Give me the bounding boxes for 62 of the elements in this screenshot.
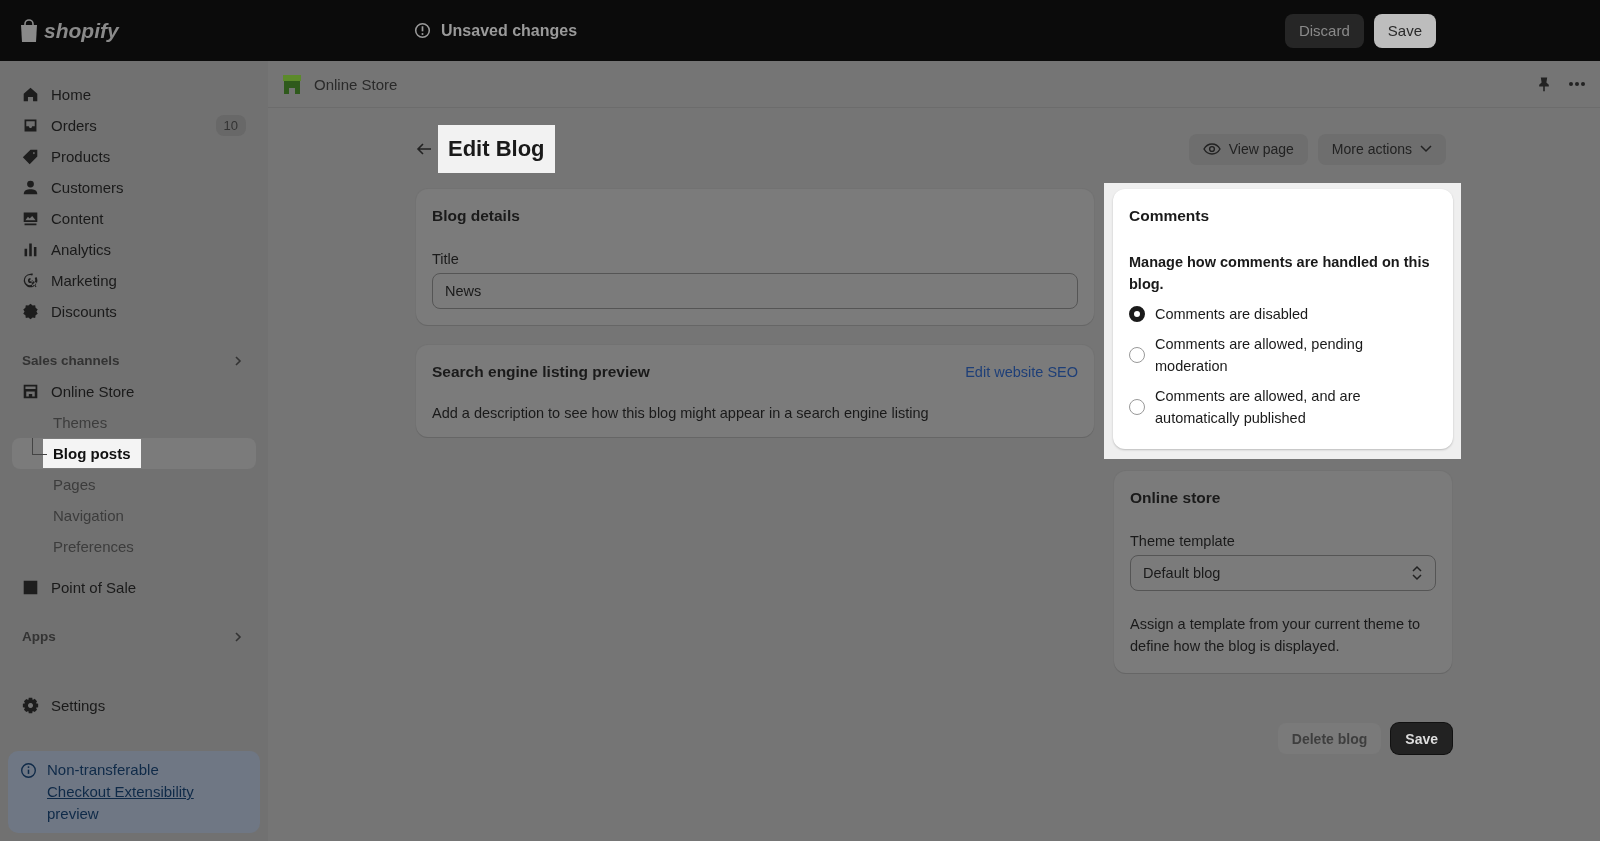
more-icon[interactable] [1568,81,1586,87]
notice-text: preview [47,805,99,822]
notice-text: Non-transferable [47,761,159,778]
card-heading: Blog details [432,207,521,225]
card-heading: Search engine listing preview [432,363,650,381]
shopify-logo: shopify [18,18,398,43]
sidebar-subitem[interactable]: Blog posts [12,438,256,469]
field-label: Title [432,251,460,267]
storefront-icon [22,383,39,400]
sidebar-item[interactable]: Point of Sale [12,572,256,603]
bar-chart-icon [22,241,39,258]
select-arrows-icon [1411,565,1423,581]
sidebar-item[interactable]: Analytics [12,234,256,265]
chevron-right-icon [232,354,244,367]
shopping-bag-icon [18,18,40,43]
sidebar-item[interactable]: Discounts [12,296,256,327]
sidebar-item[interactable]: Customers [12,172,256,203]
eye-icon [1202,143,1221,155]
settings-item[interactable]: Settings [12,690,256,721]
settings-icon [22,697,39,714]
chevron-down-icon [1420,145,1432,153]
storefront-icon [282,73,302,95]
unsaved-status: Unsaved changes [441,21,578,40]
save-button[interactable]: Save [1391,723,1452,754]
comments-prompt: Manage how comments are handled on this blog. [1129,253,1431,294]
radio-label[interactable]: Comments are disabled [1155,303,1309,325]
chevron-right-icon [232,630,244,643]
help-text: Assign a template from your current theme to define how the blog is displayed. [1130,615,1422,656]
radio-label[interactable]: Comments are allowed, pending moderation [1155,333,1437,377]
inbox-icon [22,117,39,134]
tag-icon [22,148,39,165]
app-title: Online Store [314,75,398,93]
card-heading: Online store [1130,489,1222,507]
page-title: Edit Blog [438,125,555,173]
more-actions-button[interactable]: More actions [1317,133,1446,165]
info-icon [20,762,37,779]
view-page-button[interactable]: View page [1188,133,1308,165]
card-heading: Comments [1129,207,1211,225]
seo-description: Add a description to see how this blog might appear in a search engine listing [432,405,930,421]
person-icon [22,179,39,196]
notice-link[interactable]: Checkout Extensibility [47,783,194,800]
image-icon [22,210,39,227]
save-button[interactable]: Save [1373,13,1436,48]
sidebar-item[interactable]: Online Store [12,376,256,407]
sidebar-item[interactable]: Products [12,141,256,172]
template-select[interactable]: Default blog [1130,555,1436,591]
section-header[interactable]: Sales channels [12,345,256,376]
badge-icon [22,303,39,320]
pin-icon[interactable] [1536,76,1552,92]
home-icon [22,86,39,103]
sidebar-item[interactable]: Marketing [12,265,256,296]
discard-button[interactable]: Discard [1284,13,1364,48]
radio-label[interactable]: Comments are allowed, and are automatically published [1155,385,1437,429]
title-input-field[interactable]: News [432,273,1078,309]
sidebar-item[interactable]: Home [12,79,256,110]
back-arrow-icon[interactable] [416,142,432,156]
radio-button[interactable] [1129,306,1145,322]
field-label: Theme template [1130,533,1236,549]
alert-icon [414,22,431,39]
sidebar-item[interactable]: Content [12,203,256,234]
section-header[interactable]: Apps [12,621,256,652]
edit-seo-link[interactable]: Edit website SEO [965,364,1078,380]
